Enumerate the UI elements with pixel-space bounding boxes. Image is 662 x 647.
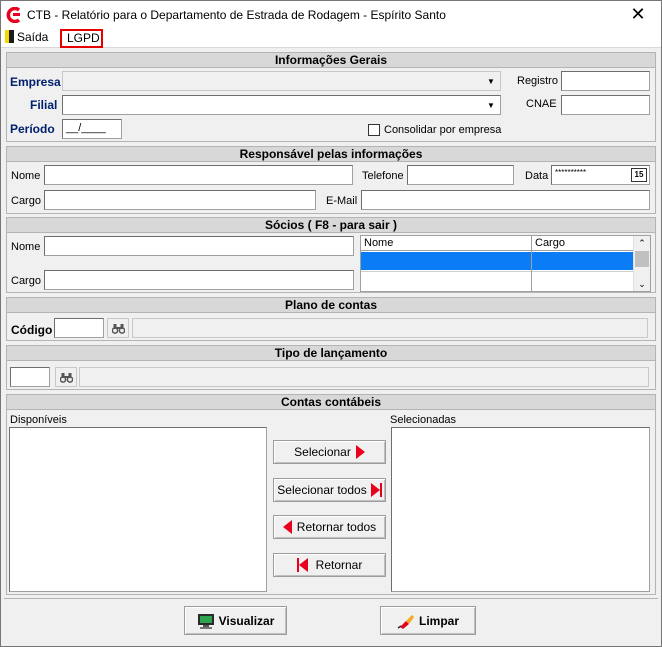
arrow-left-icon (282, 520, 292, 534)
accounts-plan-header: Plano de contas (7, 298, 655, 313)
registro-label: Registro (517, 75, 558, 87)
telefone-field[interactable] (407, 165, 514, 185)
footer-bar: Visualizar Limpar (4, 598, 658, 644)
chevron-down-icon[interactable]: ▼ (483, 97, 499, 113)
scroll-thumb[interactable] (635, 251, 649, 267)
grid-header-cargo[interactable]: Cargo (532, 236, 634, 251)
cnae-label: CNAE (526, 98, 557, 110)
select-all-button-label: Selecionar todos (277, 483, 367, 497)
filial-label: Filial (30, 98, 58, 112)
search-button[interactable] (107, 318, 129, 338)
select-button-label: Selecionar (294, 445, 351, 459)
email-field[interactable] (361, 190, 650, 210)
arrow-left-start-icon (298, 558, 308, 572)
binoculars-icon (59, 372, 73, 383)
entry-type-description (79, 367, 649, 387)
selected-accounts-list[interactable] (391, 427, 650, 592)
clear-button[interactable]: Limpar (380, 606, 476, 635)
resp-cargo-field[interactable] (44, 190, 316, 210)
monitor-icon (197, 613, 214, 629)
calendar-icon[interactable]: 15 (631, 168, 647, 182)
menu-lgpd-label: LGPD (67, 31, 100, 45)
empresa-combo[interactable]: ▼ (62, 71, 501, 91)
telefone-label: Telefone (362, 170, 404, 182)
app-window: CTB - Relatório para o Departamento de E… (0, 0, 662, 647)
consolidar-checkbox[interactable] (368, 124, 380, 136)
empresa-label: Empresa (10, 75, 61, 89)
entry-type-code-field[interactable] (10, 367, 50, 387)
binoculars-icon (111, 323, 125, 334)
close-icon: ✕ (630, 4, 646, 24)
close-button[interactable]: ✕ (615, 1, 661, 28)
accounts-header: Contas contábeis (7, 395, 655, 410)
entry-type-group: Tipo de lançamento (6, 345, 656, 390)
data-value: ********** (555, 168, 587, 177)
chevron-up-icon[interactable]: ⌃ (634, 236, 650, 250)
grid-header-nome[interactable]: Nome (361, 236, 531, 251)
clear-button-label: Limpar (418, 613, 459, 628)
responsible-group: Responsável pelas informações Nome Telef… (6, 146, 656, 214)
data-label: Data (525, 170, 549, 182)
window-title: CTB - Relatório para o Departamento de E… (27, 8, 446, 22)
select-button[interactable]: Selecionar (273, 440, 386, 464)
selected-label: Selecionadas (390, 414, 457, 426)
resp-nome-field[interactable] (44, 165, 353, 185)
return-button-label: Retornar (315, 558, 363, 572)
email-label: E-Mail (326, 195, 358, 207)
accounts-plan-group: Plano de contas Código (6, 297, 656, 341)
general-info-header: Informações Gerais (7, 53, 655, 68)
entry-search-button[interactable] (55, 367, 77, 387)
table-row[interactable] (361, 252, 634, 270)
select-all-button[interactable]: Selecionar todos (273, 478, 386, 502)
codigo-field[interactable] (54, 318, 104, 338)
partners-group: Sócios ( F8 - para sair ) Nome Cargo Nom… (6, 217, 656, 293)
menu-lgpd[interactable]: LGPD (60, 29, 103, 48)
column-divider (531, 236, 532, 291)
chevron-down-icon[interactable]: ⌄ (634, 277, 650, 291)
title-bar[interactable]: CTB - Relatório para o Departamento de E… (1, 1, 661, 28)
grid-scrollbar[interactable]: ⌃ ⌄ (633, 236, 650, 291)
partners-header: Sócios ( F8 - para sair ) (7, 218, 655, 233)
accounts-plan-description (132, 318, 648, 338)
partner-cargo-field[interactable] (44, 270, 354, 290)
cnae-field[interactable] (561, 95, 650, 115)
arrow-right-end-icon (370, 483, 380, 497)
arrow-right-icon (355, 445, 365, 459)
eraser-brush-icon (397, 614, 414, 629)
end-bar-icon (379, 483, 382, 497)
return-button[interactable]: Retornar (273, 553, 386, 577)
periodo-label: Período (10, 122, 55, 136)
data-field[interactable]: ********** 15 (551, 165, 650, 185)
filial-combo[interactable]: ▼ (62, 95, 501, 115)
consolidar-label: Consolidar por empresa (384, 124, 502, 136)
return-all-button-label: Retornar todos (296, 520, 377, 534)
accounts-group: Contas contábeis Disponíveis Selecionada… (6, 394, 656, 595)
menu-exit-label: Saída (17, 30, 49, 44)
exit-door-icon (5, 30, 14, 43)
available-accounts-list[interactable] (9, 427, 267, 592)
resp-nome-label: Nome (11, 170, 41, 182)
table-row[interactable] (361, 271, 634, 290)
periodo-field[interactable]: __/____ (62, 119, 122, 139)
partners-grid[interactable]: Nome Cargo ⌃ ⌄ (360, 235, 651, 292)
partner-cargo-label: Cargo (11, 275, 41, 287)
menu-bar: Saída LGPD (1, 28, 661, 48)
registro-field[interactable] (561, 71, 650, 91)
responsible-header: Responsável pelas informações (7, 147, 655, 162)
general-info-group: Informações Gerais Empresa ▼ Registro Fi… (6, 52, 656, 142)
available-label: Disponíveis (10, 414, 67, 426)
partner-nome-label: Nome (11, 241, 41, 253)
chevron-down-icon[interactable]: ▼ (483, 73, 499, 89)
app-logo-icon (6, 7, 21, 23)
visualize-button-label: Visualizar (218, 613, 275, 628)
entry-type-header: Tipo de lançamento (7, 346, 655, 361)
visualize-button[interactable]: Visualizar (184, 606, 287, 635)
menu-exit[interactable]: Saída (5, 30, 48, 47)
partner-nome-field[interactable] (44, 236, 354, 256)
resp-cargo-label: Cargo (11, 195, 41, 207)
codigo-label: Código (11, 323, 53, 337)
return-all-button[interactable]: Retornar todos (273, 515, 386, 539)
